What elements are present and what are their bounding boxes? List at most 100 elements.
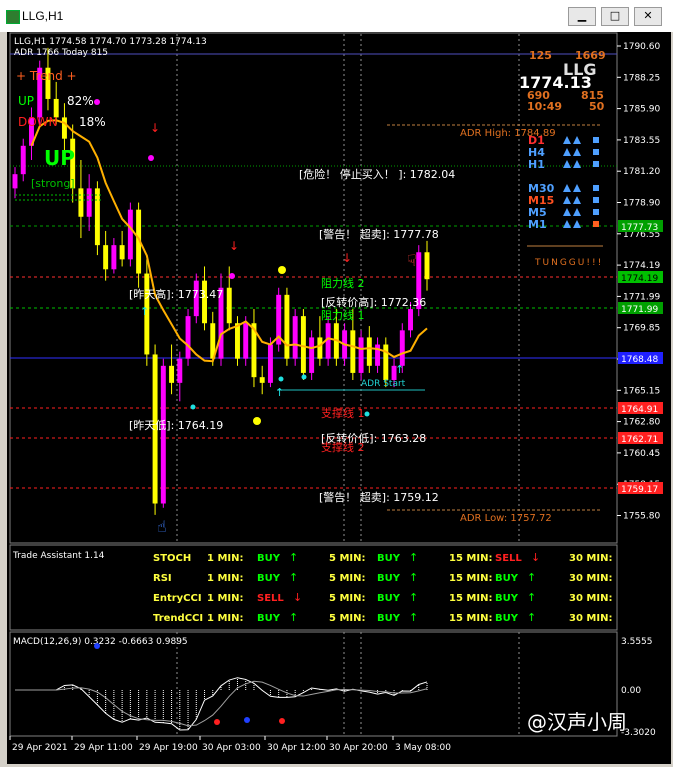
time-axis: 29 Apr 2021 29 Apr 11:00 29 Apr 19:00 30 Ap…: [9, 736, 451, 753]
info-n1: 125: [529, 49, 552, 62]
interval-label: 30 MIN:: [569, 593, 612, 604]
tf-square-icon: [593, 161, 599, 167]
tf-up-triangle-icon: [573, 208, 581, 216]
tf-up-triangle-icon: [573, 148, 581, 156]
dot-magenta-3: [229, 273, 235, 279]
signal-value: BUY: [377, 613, 401, 624]
candle-body: [383, 344, 389, 381]
candle-body: [408, 309, 413, 331]
interval-label: 5 MIN:: [329, 593, 365, 604]
down-label: DOWN: [18, 115, 58, 129]
interval-label: 5 MIN:: [329, 573, 365, 584]
big-up-label: UP: [44, 146, 75, 170]
candle-body: [235, 323, 240, 359]
signal-value: BUY: [495, 593, 519, 604]
resist2-label: 阻力线 2: [321, 276, 365, 290]
trend-label: + Trend +: [16, 69, 77, 83]
main-panel-border: [9, 32, 618, 544]
dot-cyan-2: [278, 376, 284, 382]
interval-label: 15 MIN:: [449, 593, 492, 604]
info-time: 10:49: [527, 100, 562, 113]
hand-icon-low: ☝: [157, 517, 167, 536]
chart-area[interactable]: LLG,H1 1774.58 1774.70 1773.28 1774.13 A…: [7, 32, 671, 764]
tf-up-triangle-icon: [573, 184, 581, 192]
signal-value: BUY: [377, 593, 401, 604]
interval-label: 30 MIN:: [569, 613, 612, 624]
candle-body: [160, 365, 166, 504]
support1-label: 支撑线 1: [321, 406, 365, 420]
dot-magenta-2: [94, 99, 100, 105]
price-tick-label: 1778.90: [623, 199, 660, 209]
macd-tick-zero: 0.00: [621, 686, 641, 696]
price-tick-label: 1765.15: [623, 386, 660, 396]
up-arrow-icon: ↑: [409, 591, 418, 604]
up-label: UP: [18, 94, 34, 108]
signal-markers: ↓ ↓ ↓ ↑ ↑ ↑ ☝ ☟: [94, 99, 417, 536]
interval-label: 5 MIN:: [329, 553, 365, 564]
time-tick-label: 30 Apr 20:00: [329, 743, 388, 753]
watermark: @汉声小周: [527, 710, 627, 734]
brand-label: TUNGGU!!!: [534, 258, 603, 268]
signal-value: BUY: [257, 573, 281, 584]
maximize-button[interactable]: □: [601, 7, 629, 26]
tf-square-icon: [593, 149, 599, 155]
tf-up-triangle-icon: [573, 160, 581, 168]
interval-label: 1 MIN:: [207, 573, 243, 584]
interval-label: 30 MIN:: [569, 553, 612, 564]
macd-panel: [15, 643, 428, 731]
candle-body: [169, 365, 175, 383]
support2-label: 支撑线 2: [321, 440, 365, 454]
signal-value: BUY: [377, 573, 401, 584]
candle-body: [259, 377, 265, 383]
indicator-name: STOCH: [153, 553, 191, 564]
close-button[interactable]: ✕: [634, 7, 662, 26]
indicator-name: RSI: [153, 573, 172, 584]
tf-up-triangle-icon: [563, 148, 571, 156]
buy-arrow-3: ↑: [395, 363, 404, 376]
chart-svg: LLG,H1 1774.58 1774.70 1773.28 1774.13 A…: [9, 32, 663, 753]
macd-dot-blue: [244, 717, 250, 723]
macd-dot-blue: [94, 643, 100, 649]
tf-up-triangle-icon: [573, 136, 581, 144]
interval-label: 30 MIN:: [569, 573, 612, 584]
candle-body: [103, 245, 109, 270]
signal-value: BUY: [377, 553, 401, 564]
tf-label-h1: H1: [528, 158, 545, 171]
signal-value: BUY: [257, 613, 281, 624]
candle-body: [94, 188, 100, 246]
candle-body: [20, 145, 26, 175]
timeframe-panel: D1H4H1M30M15M5M1: [528, 134, 599, 231]
dot-cyan-1: [190, 404, 196, 410]
candle-body: [292, 316, 298, 359]
tf-square-icon: [593, 137, 599, 143]
interval-label: 1 MIN:: [207, 553, 243, 564]
candle-body: [12, 174, 18, 189]
candle-body: [226, 287, 232, 324]
dot-cyan-4: [364, 411, 370, 417]
signal-value: BUY: [495, 613, 519, 624]
up-arrow-icon: ↑: [289, 551, 298, 564]
tf-up-triangle-icon: [563, 220, 571, 228]
warn-sell-label-2: [警告！ 超卖]: 1759.12: [319, 490, 439, 504]
price-tag-label: 1764.91: [621, 405, 658, 415]
minimize-button[interactable]: ▁: [568, 7, 596, 26]
price-tick-label: 1785.90: [623, 105, 660, 115]
candle-body: [243, 323, 249, 359]
candle-body: [317, 337, 323, 359]
time-tick-label: 29 Apr 19:00: [139, 743, 198, 753]
resist1-label: 阻力线 1: [321, 308, 365, 322]
dot-yellow-2: [253, 417, 261, 425]
price-tag-label: 1777.73: [621, 223, 658, 233]
macd-label: MACD(12,26,9) 0.3232 -0.6663 0.9895: [13, 637, 188, 647]
info-n5: 50: [589, 100, 605, 113]
dot-magenta-1: [148, 155, 154, 161]
period-separators: [176, 34, 520, 736]
interval-label: 1 MIN:: [207, 613, 243, 624]
danger-label: [危险！ 停止买入！ ]: 1782.04: [299, 167, 455, 181]
price-tag-label: 1771.99: [621, 305, 658, 315]
price-tag-label: 1759.17: [621, 485, 658, 495]
dot-yellow-1: [278, 266, 286, 274]
tf-up-triangle-icon: [563, 184, 571, 192]
yest-low-label: [昨天低]: 1764.19: [129, 419, 223, 432]
candle-body: [267, 344, 273, 383]
